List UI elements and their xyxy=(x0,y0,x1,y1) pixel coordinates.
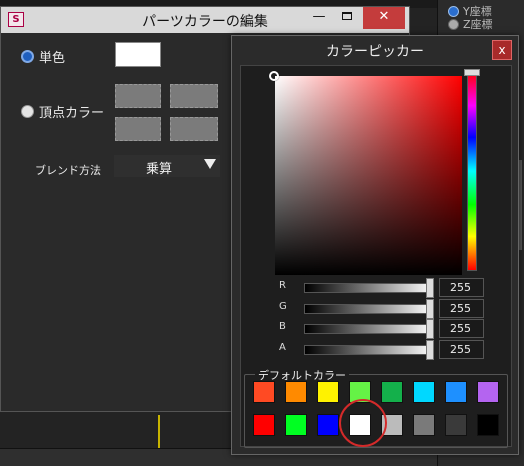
selection-highlight-circle xyxy=(339,399,387,447)
blue-slider-thumb[interactable] xyxy=(426,319,434,339)
alpha-channel-label: A xyxy=(279,342,286,353)
vertex-color-radio[interactable] xyxy=(21,105,34,118)
blue-channel-label: B xyxy=(279,321,286,332)
default-color-swatch[interactable] xyxy=(477,414,499,436)
hue-slider[interactable] xyxy=(467,71,477,271)
saturation-value-field[interactable] xyxy=(275,76,462,275)
maximize-button[interactable] xyxy=(333,7,361,29)
default-color-swatch[interactable] xyxy=(477,381,499,403)
blue-value-input[interactable]: 255 xyxy=(439,319,484,338)
red-channel-row: R 255 xyxy=(231,278,519,298)
hue-slider-handle[interactable] xyxy=(464,69,480,76)
blue-channel-slider[interactable] xyxy=(304,324,434,334)
alpha-value-input[interactable]: 255 xyxy=(439,340,484,359)
z-coordinate-option[interactable]: Z座標 xyxy=(448,15,493,33)
default-color-swatch[interactable] xyxy=(253,414,275,436)
vertex-color-label: 頂点カラー xyxy=(39,106,105,121)
green-channel-label: G xyxy=(279,301,287,312)
single-color-swatch[interactable] xyxy=(115,42,161,67)
close-button[interactable]: ✕ xyxy=(363,7,405,29)
red-value-input[interactable]: 255 xyxy=(439,278,484,297)
radio-icon[interactable] xyxy=(448,18,459,30)
default-color-swatch[interactable] xyxy=(445,381,467,403)
default-color-swatch[interactable] xyxy=(285,381,307,403)
default-color-swatch[interactable] xyxy=(285,414,307,436)
default-color-swatch[interactable] xyxy=(381,381,403,403)
red-slider-thumb[interactable] xyxy=(426,278,434,298)
default-color-swatch[interactable] xyxy=(317,414,339,436)
alpha-channel-slider[interactable] xyxy=(304,345,434,355)
blend-mode-label: ブレンド方法 xyxy=(35,164,101,177)
green-slider-thumb[interactable] xyxy=(426,299,434,319)
color-picker-title: カラーピッカー xyxy=(326,44,424,60)
red-channel-slider[interactable] xyxy=(304,283,434,293)
default-color-swatch[interactable] xyxy=(317,381,339,403)
single-color-label: 単色 xyxy=(39,51,66,66)
picker-close-button[interactable]: x xyxy=(492,40,512,60)
default-color-swatch[interactable] xyxy=(413,414,435,436)
timeline-cursor[interactable] xyxy=(158,415,160,448)
vertex-color-swatch-3[interactable] xyxy=(115,117,161,141)
green-value-input[interactable]: 255 xyxy=(439,299,484,318)
vertex-color-swatch-4[interactable] xyxy=(170,117,218,141)
z-coordinate-label: Z座標 xyxy=(463,18,493,31)
blend-mode-select[interactable]: 乗算 xyxy=(114,155,220,177)
alpha-channel-row: A 255 xyxy=(231,340,519,360)
green-channel-row: G 255 xyxy=(231,299,519,319)
green-channel-slider[interactable] xyxy=(304,304,434,314)
maximize-icon xyxy=(342,12,352,20)
vertex-color-swatch-2[interactable] xyxy=(170,84,218,108)
editor-title-bar[interactable]: S パーツカラーの編集 — ✕ xyxy=(1,7,409,33)
red-channel-label: R xyxy=(279,280,286,291)
dropdown-arrow-icon xyxy=(204,159,216,169)
default-color-swatch[interactable] xyxy=(253,381,275,403)
blend-mode-value: 乗算 xyxy=(146,162,173,177)
alpha-slider-thumb[interactable] xyxy=(426,340,434,360)
single-color-radio[interactable] xyxy=(21,50,34,63)
default-color-swatch[interactable] xyxy=(413,381,435,403)
vertex-color-swatch-1[interactable] xyxy=(115,84,161,108)
default-color-swatch[interactable] xyxy=(445,414,467,436)
blue-channel-row: B 255 xyxy=(231,319,519,339)
saturation-value-handle[interactable] xyxy=(269,71,279,81)
minimize-button[interactable]: — xyxy=(305,7,333,29)
